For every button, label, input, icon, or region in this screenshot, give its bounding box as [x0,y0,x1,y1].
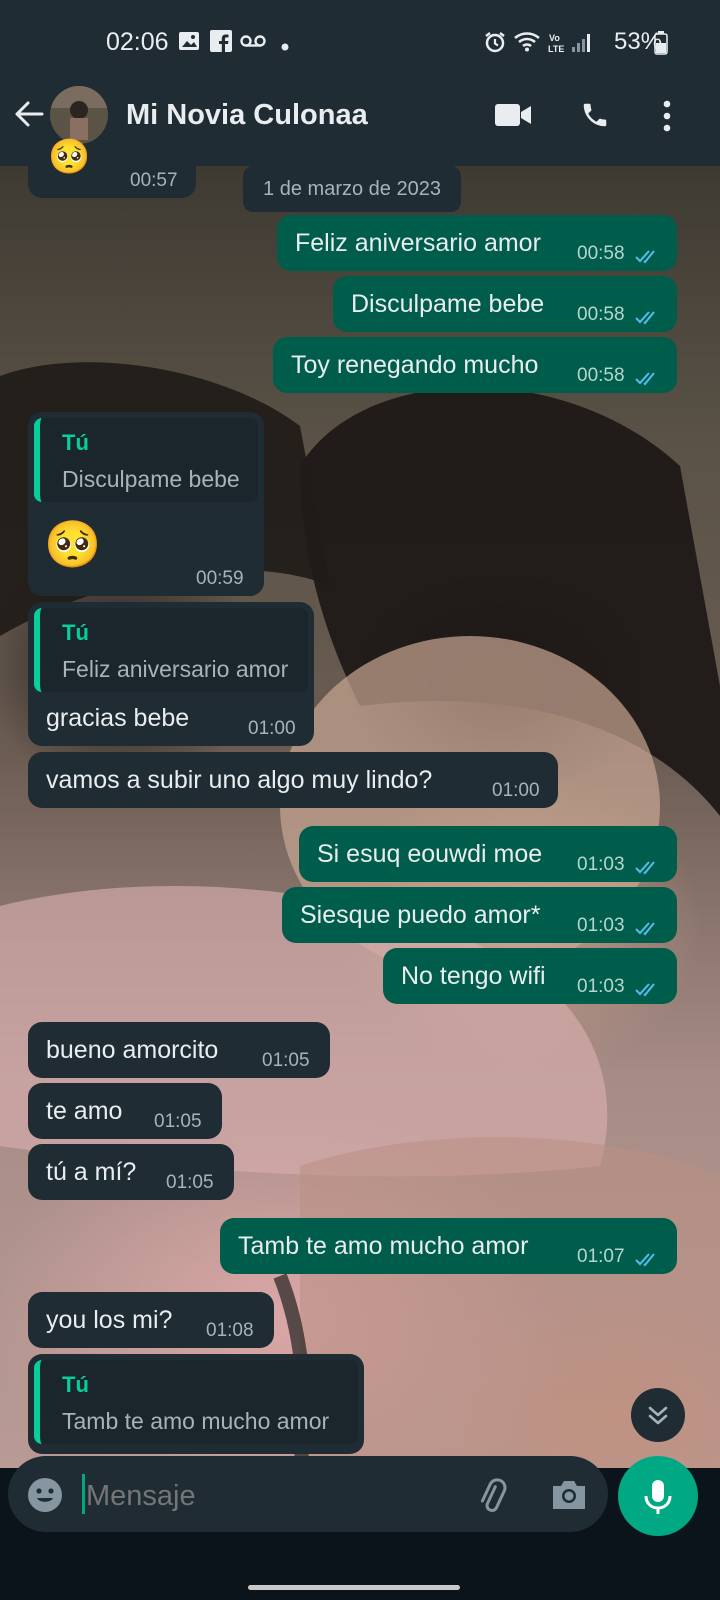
voice-record-button[interactable] [618,1456,698,1536]
message-text: Toy renegando mucho [291,351,539,379]
message-incoming[interactable]: vamos a subir uno algo muy lindo? 01:00 [28,752,558,808]
message-outgoing[interactable]: Disculpame bebe 00:58 [333,276,677,332]
camera-icon[interactable] [550,1478,588,1517]
video-call-icon[interactable] [494,102,532,133]
message-incoming[interactable]: you los mi? 01:08 [28,1292,274,1348]
read-ticks-icon [635,304,661,333]
quote-text: Tamb te amo mucho amor [62,1408,330,1434]
signal-icon [571,33,593,58]
contact-name[interactable]: Mi Novia Culonaa [126,99,368,132]
message-incoming-reply[interactable]: Tú Feliz aniversario amor gracias bebe 0… [28,602,314,746]
message-incoming[interactable]: 🥺 00:57 [28,140,196,198]
image-notification-icon [178,30,200,57]
message-time: 00:57 [130,170,178,191]
read-ticks-icon [635,915,661,944]
system-nav-bar [0,1568,720,1600]
message-incoming-reply[interactable]: Tú Disculpame bebe 🥺 00:59 [28,412,264,596]
message-text: te amo [46,1097,123,1125]
emoji: 🥺 [48,138,91,176]
message-incoming-reply[interactable]: Tú Tamb te amo mucho amor [28,1354,364,1454]
message-text: Feliz aniversario amor [295,229,541,257]
message-text: Si esuq eouwdi moe [317,840,543,868]
message-text: Disculpame bebe [351,290,545,318]
svg-text:LTE: LTE [548,44,564,54]
facebook-icon [210,30,232,57]
svg-text:Vo: Vo [549,33,560,43]
message-text: vamos a subir uno algo muy lindo? [46,766,433,794]
message-time: 01:00 [492,780,540,801]
quote-text: Feliz aniversario amor [62,656,289,682]
quoted-message[interactable]: Tú Disculpame bebe [34,418,258,502]
read-ticks-icon [635,1246,661,1275]
voice-call-icon[interactable] [580,100,610,135]
message-time: 00:58 [577,304,625,325]
read-ticks-icon [635,854,661,883]
more-options-icon[interactable] [662,100,672,137]
message-outgoing[interactable]: Si esuq eouwdi moe 01:03 [299,826,677,882]
chevron-down-icon [648,1406,668,1425]
message-time: 01:03 [577,976,625,997]
message-outgoing[interactable]: Toy renegando mucho 00:58 [273,337,677,393]
message-incoming[interactable]: tú a mí? 01:05 [28,1144,234,1200]
message-text: Siesque puedo amor* [300,901,541,929]
message-time: 01:03 [577,854,625,875]
message-outgoing[interactable]: Feliz aniversario amor 00:58 [277,215,677,271]
message-incoming[interactable]: bueno amorcito 01:05 [28,1022,330,1078]
message-time: 01:08 [206,1320,254,1341]
quote-author: Tú [62,1372,89,1397]
attach-icon[interactable] [474,1476,512,1519]
message-time: 01:05 [166,1172,214,1193]
wifi-icon [513,30,541,57]
dot-icon [281,38,289,56]
read-ticks-icon [635,976,661,1005]
message-time: 01:05 [154,1111,202,1132]
message-text: tú a mí? [46,1158,137,1186]
message-text: Tamb te amo mucho amor [238,1232,529,1260]
home-gesture-handle[interactable] [248,1585,460,1590]
message-time: 01:05 [262,1050,310,1071]
read-ticks-icon [635,243,661,272]
date-separator: 1 de marzo de 2023 [243,166,461,212]
message-time: 00:59 [196,568,244,589]
message-time: 01:00 [248,718,296,739]
scroll-to-bottom-button[interactable] [631,1388,685,1442]
emoji: 🥺 [44,518,102,570]
message-incoming[interactable]: te amo 01:05 [28,1083,222,1139]
emoji-icon[interactable] [26,1476,64,1519]
message-time: 00:58 [577,243,625,264]
volte-icon: Vo LTE [548,32,566,59]
quote-author: Tú [62,430,89,455]
message-time: 01:07 [577,1246,625,1267]
message-text: bueno amorcito [46,1036,219,1064]
read-ticks-icon [635,365,661,394]
quoted-message[interactable]: Tú Tamb te amo mucho amor [34,1360,358,1444]
message-time: 01:03 [577,915,625,936]
mic-icon [644,1480,672,1514]
back-arrow-icon[interactable] [14,99,44,134]
alarm-icon [483,30,507,59]
message-outgoing[interactable]: No tengo wifi 01:03 [383,948,677,1004]
quote-text: Disculpame bebe [62,466,240,492]
message-text: No tengo wifi [401,962,546,990]
message-input[interactable] [84,1479,448,1514]
quoted-message[interactable]: Tú Feliz aniversario amor [34,608,308,692]
quote-author: Tú [62,620,89,645]
battery-icon [654,31,668,60]
message-outgoing[interactable]: Siesque puedo amor* 01:03 [282,887,677,943]
message-text: you los mi? [46,1306,173,1334]
status-time: 02:06 [106,28,169,56]
voicemail-icon [240,34,266,53]
message-time: 00:58 [577,365,625,386]
message-text: gracias bebe [46,704,190,732]
message-outgoing[interactable]: Tamb te amo mucho amor 01:07 [220,1218,677,1274]
